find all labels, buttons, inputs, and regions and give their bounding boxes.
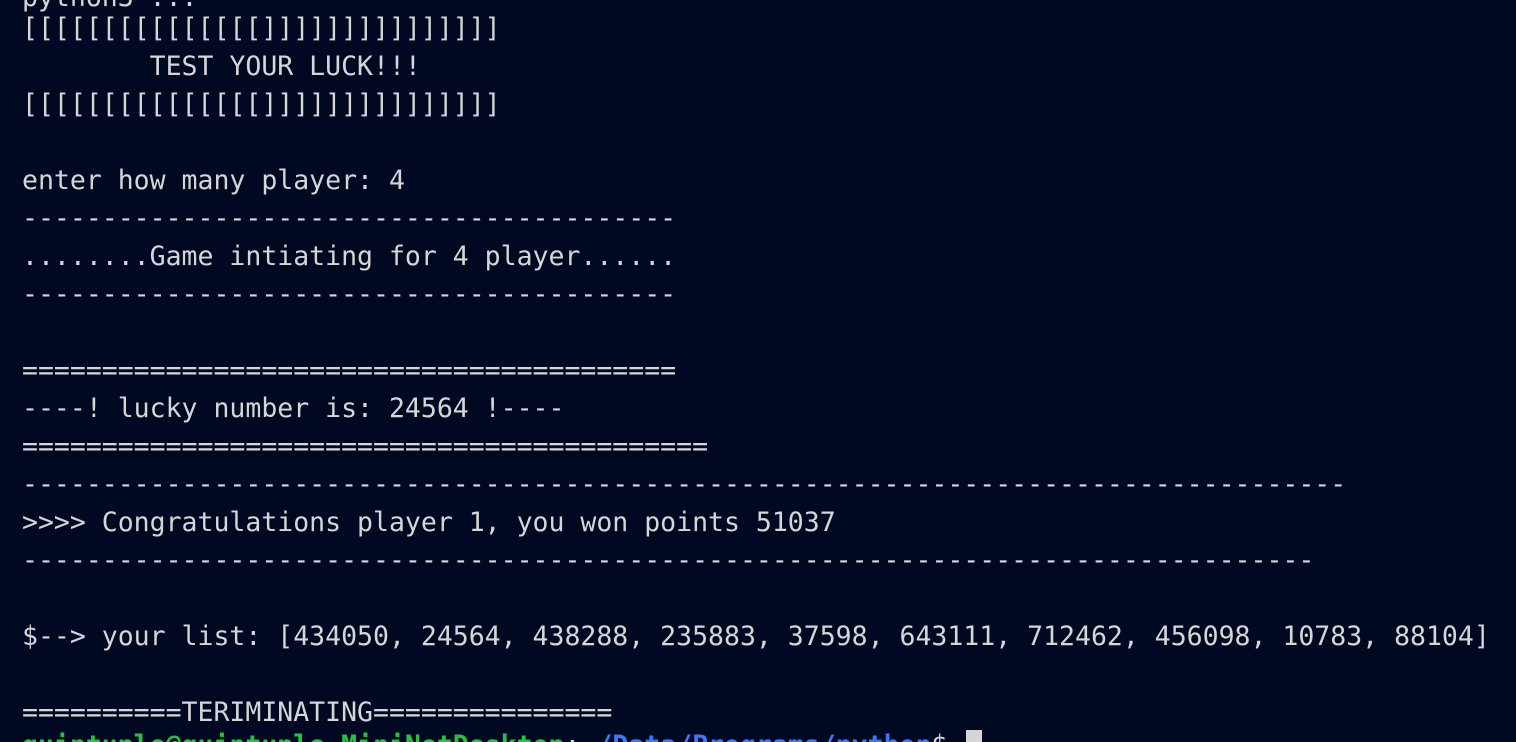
terminal-line-banner-bottom: [[[[[[[[[[[[[[[]]]]]]]]]]]]]]] bbox=[22, 89, 501, 120]
terminal-window[interactable]: python3 ... [[[[[[[[[[[[[[[]]]]]]]]]]]]]… bbox=[0, 0, 1516, 742]
terminal-line-congratulations: >>>> Congratulations player 1, you won p… bbox=[22, 507, 836, 538]
terminal-line-banner-title: TEST YOUR LUCK!!! bbox=[22, 51, 421, 82]
prompt-symbol: $ bbox=[931, 730, 963, 742]
terminal-cursor bbox=[966, 730, 982, 742]
terminal-line-divider: ----------------------------------------… bbox=[22, 545, 1315, 576]
prompt-separator: : bbox=[564, 730, 580, 742]
prompt-path: ~/Data/Programs/python bbox=[580, 730, 931, 742]
terminal-line-your-list: $--> your list: [434050, 24564, 438288, … bbox=[22, 621, 1490, 652]
terminal-line-divider: ========================================… bbox=[22, 355, 677, 386]
terminal-line-divider: ========================================… bbox=[22, 431, 709, 462]
terminal-line-game-init: ........Game intiating for 4 player.....… bbox=[22, 241, 677, 272]
prompt-user-host: quintuple@quintuple-MiniNetDesktop bbox=[22, 730, 564, 742]
terminal-line-divider: ----------------------------------------… bbox=[22, 203, 677, 234]
shell-prompt: quintuple@quintuple-MiniNetDesktop:~/Dat… bbox=[22, 727, 963, 742]
terminal-line-lucky-number: ----! lucky number is: 24564 !---- bbox=[22, 393, 565, 424]
terminal-line-player-input: enter how many player: 4 bbox=[22, 165, 405, 196]
terminal-line-divider: ----------------------------------------… bbox=[22, 469, 1347, 500]
terminal-line-banner-top: [[[[[[[[[[[[[[[]]]]]]]]]]]]]]] bbox=[22, 13, 501, 44]
terminal-line-divider: ----------------------------------------… bbox=[22, 279, 677, 310]
